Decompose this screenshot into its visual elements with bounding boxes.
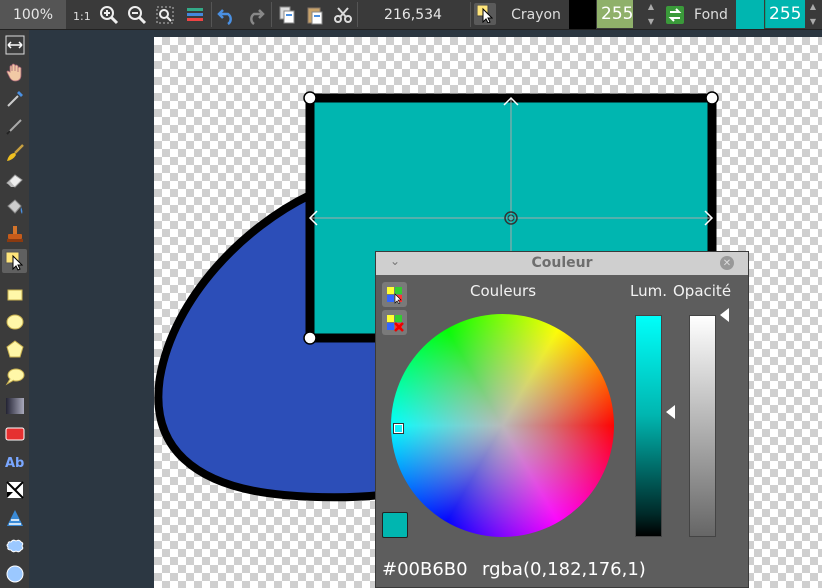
stepper-down-icon[interactable]: ▼: [810, 17, 816, 26]
luminosity-label: Lum.: [630, 282, 667, 300]
fill-bucket-icon[interactable]: [2, 195, 27, 219]
zoom-in-icon[interactable]: [97, 0, 121, 29]
opacity-slider[interactable]: [689, 315, 716, 537]
fill-alpha-stepper[interactable]: ▲ ▼: [806, 0, 820, 29]
close-icon[interactable]: ✕: [720, 256, 734, 270]
stepper-down-icon[interactable]: ▼: [648, 17, 654, 26]
luminosity-pointer[interactable]: [666, 405, 675, 419]
zoom-level[interactable]: 100%: [0, 0, 66, 29]
color-picker-icon[interactable]: [2, 87, 27, 111]
cloud-icon[interactable]: [2, 534, 27, 558]
fill-color-swatch[interactable]: [736, 0, 764, 29]
palette-remove-icon[interactable]: [382, 310, 407, 335]
svg-text:1:1: 1:1: [73, 10, 91, 23]
move-view-icon[interactable]: [2, 33, 27, 57]
pen-color-swatch[interactable]: [569, 0, 596, 29]
deform-icon[interactable]: [2, 478, 27, 502]
palette-select-icon[interactable]: [382, 282, 407, 307]
wheel-marker[interactable]: [393, 423, 404, 434]
actual-size-icon[interactable]: 1:1: [70, 0, 94, 29]
top-toolbar: 100% 1:1 216,534 Crayon 255 ▲▼ Fond 255: [0, 0, 822, 30]
cut-icon[interactable]: [331, 0, 355, 29]
zoom-fit-icon[interactable]: [153, 0, 177, 29]
clone-stamp-icon[interactable]: [2, 222, 27, 246]
polygon-icon[interactable]: [2, 337, 27, 361]
select-arrow-icon[interactable]: [2, 249, 27, 273]
stepper-up-icon[interactable]: ▲: [648, 3, 654, 11]
zoom-out-icon[interactable]: [125, 0, 149, 29]
paste-icon[interactable]: [303, 0, 327, 29]
color-panel: ⌄ Couleur ✕ Couleurs Lum. Opacité #00B6B…: [375, 251, 749, 588]
undo-icon[interactable]: [215, 0, 239, 29]
rgba-value[interactable]: rgba(0,182,176,1): [482, 559, 646, 580]
pattern-icon[interactable]: [2, 506, 27, 530]
current-color-swatch[interactable]: [382, 512, 408, 538]
pen-alpha-stepper[interactable]: ▲ ▼: [644, 0, 658, 29]
opacity-label: Opacité: [673, 282, 732, 300]
colors-label: Couleurs: [470, 282, 537, 300]
redo-icon[interactable]: [243, 0, 267, 29]
handle-top-right[interactable]: [705, 91, 719, 105]
select-tool-icon[interactable]: [474, 3, 496, 25]
rounded-rect-icon[interactable]: [2, 422, 27, 446]
swap-colors-icon[interactable]: [664, 0, 686, 29]
cursor-coordinates: 216,534: [384, 6, 442, 23]
ellipse-icon[interactable]: [2, 310, 27, 334]
pen-alpha-field[interactable]: 255: [597, 0, 633, 28]
panel-header[interactable]: ⌄ Couleur ✕: [376, 252, 748, 275]
stepper-up-icon[interactable]: ▲: [810, 3, 816, 11]
pen-icon[interactable]: [2, 114, 27, 138]
fill-label: Fond: [694, 6, 728, 23]
hand-icon[interactable]: [2, 60, 27, 84]
panel-title: Couleur: [531, 255, 593, 271]
text-icon[interactable]: Ab: [2, 450, 27, 474]
layers-icon[interactable]: [183, 0, 207, 29]
copy-icon[interactable]: [275, 0, 299, 29]
handle-bottom-left[interactable]: [303, 331, 317, 345]
rectangle-icon[interactable]: [2, 283, 27, 307]
brush-icon[interactable]: [2, 141, 27, 165]
pen-label: Crayon: [511, 6, 561, 23]
gradient-icon[interactable]: [2, 394, 27, 418]
hex-value[interactable]: #00B6B0: [382, 559, 468, 580]
opacity-pointer[interactable]: [720, 308, 729, 322]
fill-alpha-field[interactable]: 255: [765, 0, 805, 28]
handle-top-left[interactable]: [303, 91, 317, 105]
workspace-margin: [29, 30, 154, 588]
speech-bubble-icon[interactable]: [2, 364, 27, 388]
color-wheel[interactable]: [391, 314, 614, 537]
circle-icon[interactable]: [2, 562, 27, 586]
svg-text:Ab: Ab: [5, 456, 24, 471]
eraser-icon[interactable]: [2, 168, 27, 192]
luminosity-slider[interactable]: [635, 315, 662, 537]
tool-palette: Ab: [0, 30, 29, 588]
